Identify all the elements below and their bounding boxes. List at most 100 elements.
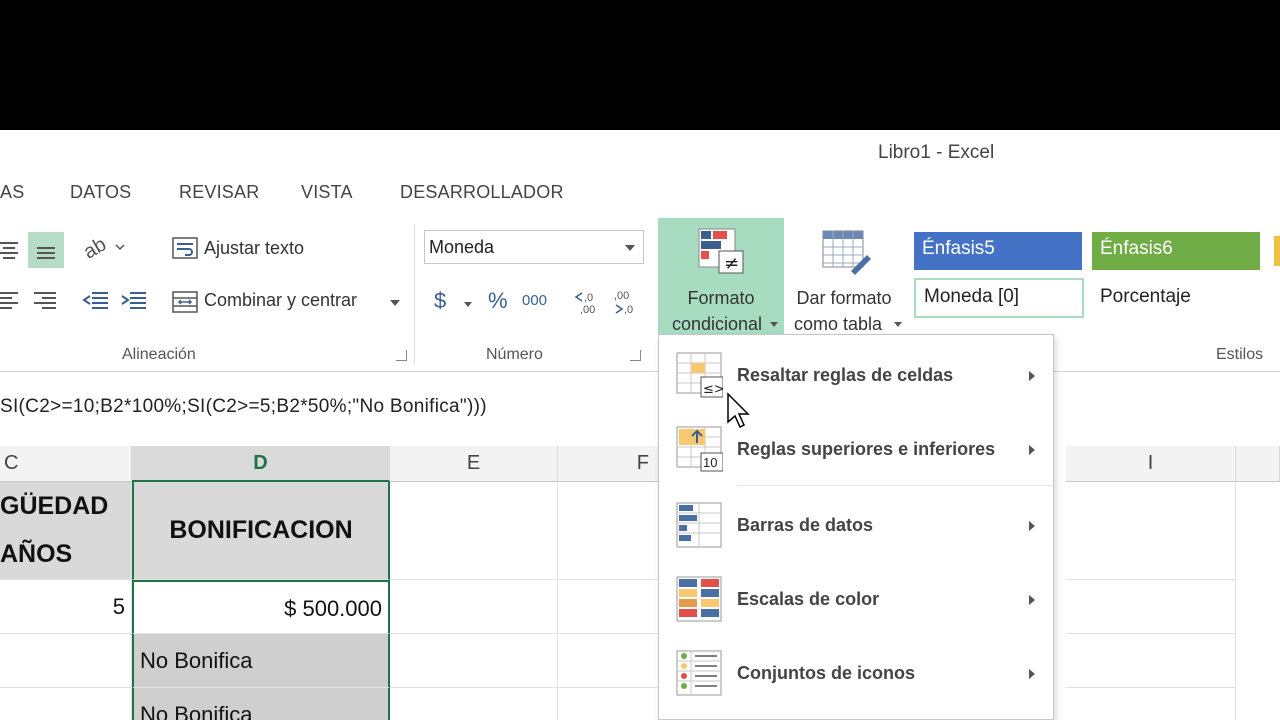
column-header-j[interactable] (1236, 446, 1280, 482)
cell-style-porcentaje[interactable]: Porcentaje (1092, 280, 1260, 318)
menu-item-color-scales[interactable]: Escalas de color (659, 569, 1053, 631)
currency-button[interactable]: $ (434, 288, 446, 314)
merge-center-button[interactable]: Combinar y centrar (204, 290, 357, 311)
cell-d3[interactable]: No Bonifica (132, 634, 390, 688)
menu-item-icon-sets[interactable]: Conjuntos de iconos (659, 643, 1053, 705)
ribbon-tabs: AS DATOS REVISAR VISTA DESARROLLADOR (0, 174, 1280, 214)
cell-i2[interactable] (1066, 580, 1236, 634)
conditional-format-menu: ≤> Resaltar reglas de celdas 10 Reglas s… (658, 334, 1054, 720)
wrap-text-icon[interactable] (170, 234, 200, 262)
menu-item-top-bottom-rules[interactable]: 10 Reglas superiores e inferiores (659, 419, 1053, 481)
cell-e3[interactable] (390, 634, 558, 688)
cell-c1[interactable]: GÜEDAD AÑOS (0, 482, 132, 580)
cell-d2[interactable]: $ 500.000 (132, 580, 390, 634)
formula-text[interactable]: SI(C2>=10;B2*100%;SI(C2>=5;B2*50%;"No Bo… (0, 396, 487, 418)
cell-style-enfasis6[interactable]: Énfasis6 (1092, 232, 1260, 270)
cell-i1[interactable] (1066, 482, 1236, 580)
cell-e2[interactable] (390, 580, 558, 634)
tab-revisar[interactable]: REVISAR (179, 182, 259, 203)
top-bottom-rules-icon: 10 (675, 425, 724, 473)
svg-text:≤>: ≤> (703, 382, 723, 397)
number-launcher-icon[interactable] (630, 350, 641, 361)
alignment-group-label: Alineación (122, 346, 196, 363)
align-left-icon[interactable] (0, 286, 22, 314)
cell-i3[interactable] (1066, 634, 1236, 688)
top-bottom-icon-text: 10 (703, 455, 718, 470)
chevron-down-icon (770, 322, 778, 327)
cell-style-moneda0[interactable]: Moneda [0] (914, 278, 1084, 318)
ribbon: ab Ajustar texto Combinar y centrar Alin… (0, 214, 1280, 372)
cell-e4[interactable] (390, 688, 558, 720)
align-middle-icon[interactable] (28, 232, 64, 268)
svg-text:,0: ,0 (624, 304, 633, 315)
align-right-icon[interactable] (32, 286, 58, 314)
number-format-value: Moneda (429, 237, 495, 257)
cell-c1-line1: GÜEDAD (0, 492, 109, 520)
currency-dropdown-arrow[interactable] (464, 302, 472, 307)
data-bars-icon (675, 501, 723, 549)
submenu-arrow-icon (1029, 595, 1035, 605)
submenu-arrow-icon (1029, 521, 1035, 531)
menu-label: Resaltar reglas de celdas (737, 365, 954, 385)
column-header-d[interactable]: D (132, 446, 390, 482)
cell-c2[interactable]: 5 (0, 580, 132, 634)
submenu-arrow-icon (1029, 371, 1035, 381)
cell-style-next[interactable] (1274, 236, 1280, 266)
cell-c1-line2: AÑOS (0, 540, 73, 568)
menu-item-data-bars[interactable]: Barras de datos (659, 495, 1053, 557)
submenu-arrow-icon (1029, 669, 1035, 679)
decrease-decimal-icon[interactable]: ,00,0 (610, 286, 640, 316)
tab-vista[interactable]: VISTA (301, 182, 353, 203)
mouse-cursor-icon (726, 392, 750, 430)
chevron-down-icon (625, 245, 635, 251)
title-bar: Libro1 - Excel (0, 130, 1280, 174)
format-table-label-line2[interactable]: como tabla (778, 314, 898, 335)
menu-label: Conjuntos de iconos (737, 663, 915, 683)
menu-item-highlight-rules[interactable]: ≤> Resaltar reglas de celdas (659, 345, 1053, 407)
icon-sets-icon (675, 649, 723, 697)
chevron-down-icon[interactable] (894, 322, 902, 327)
menu-separator (737, 485, 1053, 486)
align-center-icon[interactable] (0, 236, 22, 264)
window-title: Libro1 - Excel (878, 142, 995, 163)
cell-c3[interactable] (0, 634, 132, 688)
cell-e1[interactable] (390, 482, 558, 580)
conditional-format-icon: ≠ (696, 226, 746, 276)
decrease-indent-icon[interactable] (82, 286, 110, 314)
increase-indent-icon[interactable] (120, 286, 148, 314)
cell-d4[interactable]: No Bonifica (132, 688, 390, 720)
format-table-label-line1[interactable]: Dar formato (784, 288, 904, 309)
svg-text:≠: ≠ (724, 253, 739, 274)
format-as-table-icon[interactable] (820, 226, 872, 276)
styles-group-label: Estilos (1216, 346, 1264, 363)
merge-dropdown-arrow[interactable] (390, 300, 400, 306)
tab-datos[interactable]: DATOS (70, 182, 131, 203)
color-scales-icon (675, 575, 723, 623)
column-header-e[interactable]: E (390, 446, 558, 482)
increase-decimal-icon[interactable]: ,0,00 (572, 286, 602, 316)
submenu-arrow-icon (1029, 445, 1035, 455)
number-format-select[interactable]: Moneda (424, 230, 644, 264)
tab-formulas[interactable]: AS (0, 182, 24, 203)
tab-desarrollador[interactable]: DESARROLLADOR (400, 182, 564, 203)
thousands-button[interactable]: 000 (522, 292, 547, 309)
cell-i4[interactable] (1066, 688, 1236, 720)
wrap-text-button[interactable]: Ajustar texto (204, 238, 304, 259)
percent-button[interactable]: % (488, 288, 508, 314)
orientation-icon[interactable]: ab (82, 232, 126, 262)
svg-text:,00: ,00 (580, 304, 595, 315)
cell-c4[interactable] (0, 688, 132, 720)
column-header-c[interactable]: C (0, 446, 132, 482)
spreadsheet-grid: C D E F I GÜEDAD AÑOS BONIFICACION 5 $ 5… (0, 446, 1280, 720)
excel-window: Libro1 - Excel AS DATOS REVISAR VISTA DE… (0, 130, 1280, 720)
formula-bar[interactable]: SI(C2>=10;B2*100%;SI(C2>=5;B2*50%;"No Bo… (0, 384, 1280, 428)
column-header-i[interactable]: I (1066, 446, 1236, 482)
conditional-format-button[interactable]: ≠ Formato condicional (658, 218, 784, 334)
cell-style-enfasis5[interactable]: Énfasis5 (914, 232, 1082, 270)
cell-d1[interactable]: BONIFICACION (132, 482, 390, 580)
conditional-format-label-line2: condicional (671, 314, 763, 334)
merge-center-icon[interactable] (170, 288, 200, 316)
svg-text:,00: ,00 (614, 290, 629, 302)
menu-label: Reglas superiores e inferiores (737, 439, 996, 459)
alignment-launcher-icon[interactable] (396, 350, 407, 361)
